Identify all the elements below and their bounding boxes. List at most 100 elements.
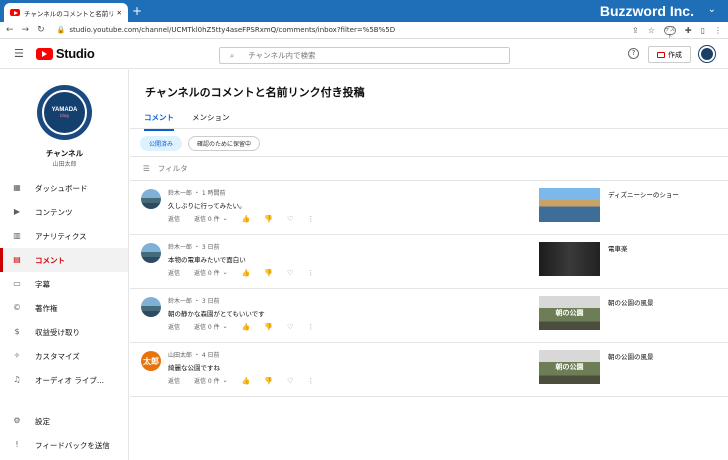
comment-list: 鈴木一郎 ・ 1 時間前 久しぶりに行ってみたい。 返信 返信 0 件 ⌄ 👍 👎… xyxy=(130,181,728,397)
video-thumbnail[interactable] xyxy=(539,242,600,276)
sidebar-item-label: フィードバックを送信 xyxy=(35,440,110,450)
hamburger-menu-icon[interactable]: ☰ xyxy=(14,47,24,60)
comment-meta: 鈴木一郎 ・ 3 日前 xyxy=(168,244,220,251)
sidebar-item-analytics[interactable]: ▥ アナリティクス xyxy=(0,224,128,248)
search-icon: ⌕ xyxy=(230,50,235,60)
studio-logo[interactable]: Studio xyxy=(35,46,95,61)
comment-meta: 鈴木一郎 ・ 3 日前 xyxy=(168,298,220,305)
share-icon[interactable]: ⇪ xyxy=(632,26,639,35)
video-title[interactable]: 朝の公園の風景 xyxy=(608,297,654,307)
menu-dots-icon[interactable]: ⋮ xyxy=(714,26,722,35)
sidebar-item-label: 設定 xyxy=(35,416,50,426)
sidebar-item-monetization[interactable]: $ 収益受け取り xyxy=(0,320,128,344)
replies-count: 返信 0 件 xyxy=(194,216,220,223)
sidebar-item-customize[interactable]: ✧ カスタマイズ xyxy=(0,344,128,368)
reply-button[interactable]: 返信 xyxy=(168,376,180,385)
video-title[interactable]: ディズニーシーのショー xyxy=(608,189,679,199)
channel-avatar-sub: blog xyxy=(60,113,69,118)
sidebar-item-audio-library[interactable]: ♫ オーディオ ライブ... xyxy=(0,368,128,392)
more-options-icon[interactable]: ⋮ xyxy=(307,269,314,277)
sidebar-item-feedback[interactable]: ! フィードバックを送信 xyxy=(0,433,128,457)
youtube-logo-icon xyxy=(35,47,53,60)
tab-title: チャンネルのコメントと名前リンク付き投稿 xyxy=(24,9,113,18)
replies-toggle[interactable]: 返信 0 件 ⌄ xyxy=(194,322,228,331)
video-title[interactable]: 電車楽 xyxy=(608,243,628,253)
like-icon[interactable]: 👍 xyxy=(242,323,251,331)
sidepanel-icon[interactable]: ▯ xyxy=(701,26,705,35)
commenter-avatar[interactable] xyxy=(141,189,161,209)
more-options-icon[interactable]: ⋮ xyxy=(307,215,314,223)
create-button[interactable]: 作成 xyxy=(648,46,691,63)
reload-icon[interactable]: ↻ xyxy=(37,25,45,35)
help-icon[interactable]: ? xyxy=(628,48,639,59)
video-thumbnail[interactable] xyxy=(539,188,600,222)
replies-toggle[interactable]: 返信 0 件 ⌄ xyxy=(194,214,228,223)
new-tab-button[interactable]: + xyxy=(132,5,142,17)
browser-tab[interactable]: チャンネルのコメントと名前リンク付き投稿 ✕ xyxy=(4,3,128,22)
close-tab-icon[interactable]: ✕ xyxy=(117,9,122,17)
heart-icon[interactable]: ♡ xyxy=(287,215,293,223)
sidebar-item-settings[interactable]: ⚙ 設定 xyxy=(0,409,128,433)
commenter-avatar[interactable] xyxy=(141,243,161,263)
replies-count: 返信 0 件 xyxy=(194,378,220,385)
account-avatar[interactable] xyxy=(699,46,715,62)
reply-button[interactable]: 返信 xyxy=(168,322,180,331)
sidebar-item-label: 著作権 xyxy=(35,303,58,313)
sidebar-item-label: コンテンツ xyxy=(35,207,73,217)
reply-button[interactable]: 返信 xyxy=(168,214,180,223)
sidebar-item-label: アナリティクス xyxy=(35,231,87,241)
dashboard-icon: ▦ xyxy=(13,183,21,192)
customize-icon: ✧ xyxy=(13,351,21,360)
star-icon[interactable]: ☆ xyxy=(648,26,655,35)
channel-avatar[interactable]: YAMADA blog xyxy=(37,85,92,140)
address-bar[interactable]: 🔒 studio.youtube.com/channel/UCMTkl0hZ5t… xyxy=(57,26,624,34)
commenter-avatar[interactable]: 太郎 xyxy=(141,351,161,371)
content-icon: ▶ xyxy=(13,207,21,216)
heart-icon[interactable]: ♡ xyxy=(287,377,293,385)
search-input[interactable] xyxy=(248,51,449,60)
reply-button[interactable]: 返信 xyxy=(168,268,180,277)
video-thumbnail[interactable]: 朝の公園 xyxy=(539,296,600,330)
comment-row: 鈴木一郎 ・ 3 日前 朝の静かな森園がとてもいいです 返信 返信 0 件 ⌄ 👍… xyxy=(130,289,728,343)
search-box[interactable]: ⌕ xyxy=(219,47,510,64)
like-icon[interactable]: 👍 xyxy=(242,377,251,385)
heart-icon[interactable]: ♡ xyxy=(287,269,293,277)
chip-held-for-review[interactable]: 確認のために保留中 xyxy=(188,136,261,151)
audio-library-icon: ♫ xyxy=(13,375,21,384)
replies-toggle[interactable]: 返信 0 件 ⌄ xyxy=(194,376,228,385)
comment-icon: ▤ xyxy=(13,255,21,264)
sidebar-item-content[interactable]: ▶ コンテンツ xyxy=(0,200,128,224)
sidebar-item-dashboard[interactable]: ▦ ダッシュボード xyxy=(0,176,128,200)
profile-badge[interactable]: ゲスト xyxy=(663,25,676,40)
sidebar-item-comments[interactable]: ▤ コメント xyxy=(0,248,128,272)
comment-text: 久しぶりに行ってみたい。 xyxy=(168,202,246,210)
chip-published[interactable]: 公開済み xyxy=(140,136,183,151)
dislike-icon[interactable]: 👎 xyxy=(264,269,273,277)
chevron-down-icon[interactable]: ⌄ xyxy=(708,4,716,15)
more-options-icon[interactable]: ⋮ xyxy=(307,377,314,385)
like-icon[interactable]: 👍 xyxy=(242,215,251,223)
more-options-icon[interactable]: ⋮ xyxy=(307,323,314,331)
filter-placeholder: フィルタ xyxy=(157,164,188,173)
dislike-icon[interactable]: 👎 xyxy=(264,215,273,223)
browser-titlebar: チャンネルのコメントと名前リンク付き投稿 ✕ + Buzzword Inc. ⌄ xyxy=(0,0,728,22)
browser-toolbar: ← → ↻ 🔒 studio.youtube.com/channel/UCMTk… xyxy=(0,22,728,40)
sidebar-item-subtitles[interactable]: ▭ 字幕 xyxy=(0,272,128,296)
like-icon[interactable]: 👍 xyxy=(242,269,251,277)
extensions-icon[interactable]: ✚ xyxy=(685,26,692,35)
replies-toggle[interactable]: 返信 0 件 ⌄ xyxy=(194,268,228,277)
replies-count: 返信 0 件 xyxy=(194,324,220,331)
video-thumbnail[interactable]: 朝の公園 xyxy=(539,350,600,384)
back-icon[interactable]: ← xyxy=(6,25,14,35)
filter-bar[interactable]: ☰ フィルタ xyxy=(143,163,188,174)
copyright-icon: © xyxy=(13,303,21,312)
heart-icon[interactable]: ♡ xyxy=(287,323,293,331)
dislike-icon[interactable]: 👎 xyxy=(264,377,273,385)
dislike-icon[interactable]: 👎 xyxy=(264,323,273,331)
commenter-avatar[interactable] xyxy=(141,297,161,317)
forward-icon[interactable]: → xyxy=(22,25,30,35)
sidebar-item-copyright[interactable]: © 著作権 xyxy=(0,296,128,320)
monetization-icon: $ xyxy=(14,327,20,336)
feedback-icon: ! xyxy=(15,440,19,449)
video-title[interactable]: 朝の公園の風景 xyxy=(608,351,654,361)
